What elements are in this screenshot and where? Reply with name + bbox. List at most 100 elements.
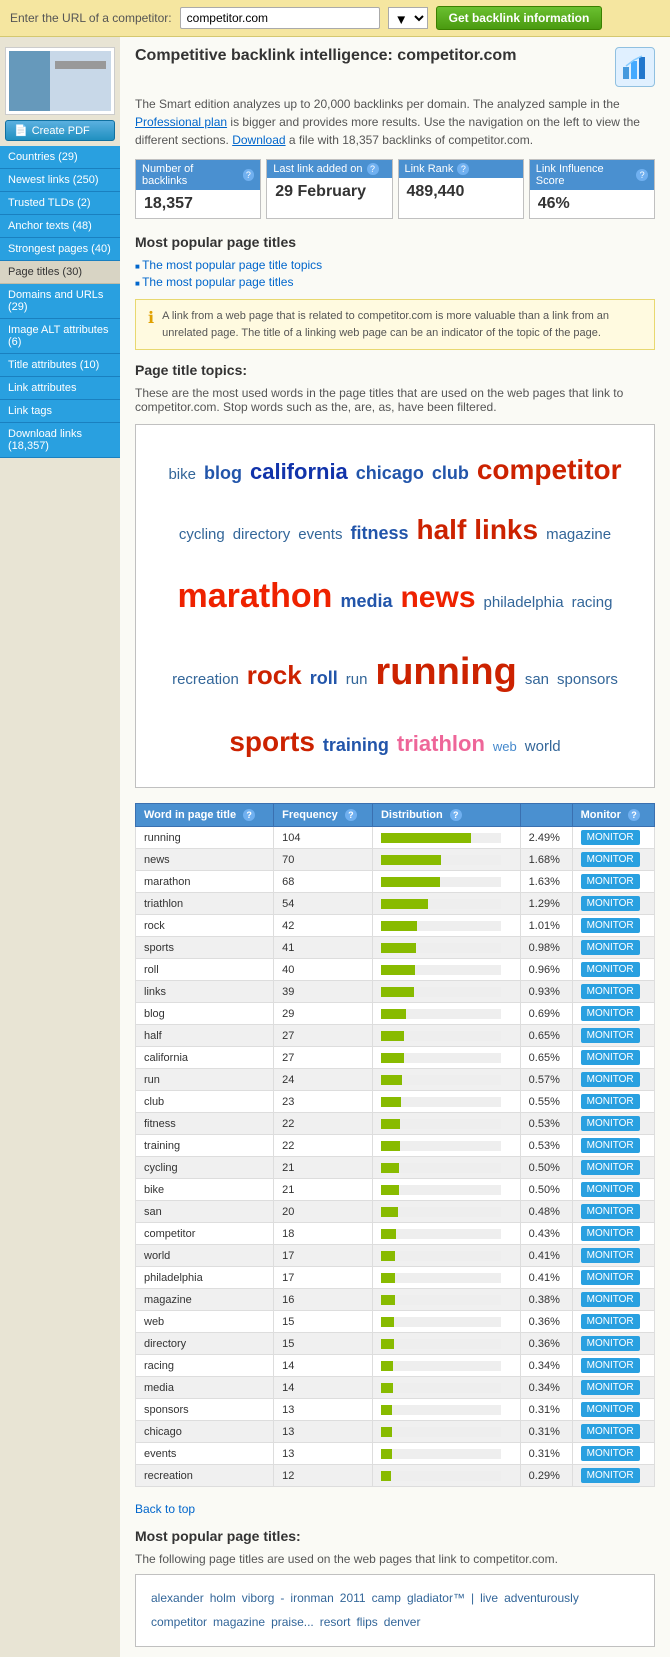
word-cloud-item[interactable]: rock: [247, 649, 302, 701]
cell-monitor[interactable]: MONITOR: [572, 871, 654, 893]
monitor-button[interactable]: MONITOR: [581, 1248, 640, 1263]
cell-monitor[interactable]: MONITOR: [572, 1311, 654, 1333]
get-backlink-button[interactable]: Get backlink information: [436, 6, 603, 30]
word-cloud-item[interactable]: sponsors: [557, 665, 618, 695]
word-cloud-item[interactable]: sports: [229, 714, 315, 770]
cell-monitor[interactable]: MONITOR: [572, 915, 654, 937]
cell-monitor[interactable]: MONITOR: [572, 1179, 654, 1201]
monitor-button[interactable]: MONITOR: [581, 1094, 640, 1109]
monitor-button[interactable]: MONITOR: [581, 1292, 640, 1307]
cell-monitor[interactable]: MONITOR: [572, 1355, 654, 1377]
freq-col-info[interactable]: ?: [345, 809, 357, 821]
monitor-button[interactable]: MONITOR: [581, 1358, 640, 1373]
url-dropdown[interactable]: ▼: [388, 7, 428, 29]
word-cloud-item[interactable]: competitor: [477, 442, 622, 498]
monitor-button[interactable]: MONITOR: [581, 1160, 640, 1175]
sidebar-item-anchor[interactable]: Anchor texts (48): [0, 215, 120, 238]
backlinks-info-icon[interactable]: ?: [243, 169, 255, 181]
cell-monitor[interactable]: MONITOR: [572, 1113, 654, 1135]
sidebar-item-download-links[interactable]: Download links (18,357): [0, 423, 120, 458]
word-col-info[interactable]: ?: [243, 809, 255, 821]
cell-monitor[interactable]: MONITOR: [572, 1399, 654, 1421]
cell-monitor[interactable]: MONITOR: [572, 1289, 654, 1311]
word-cloud-item[interactable]: running: [375, 634, 516, 710]
pro-plan-link[interactable]: Professional plan: [135, 115, 227, 129]
word-cloud-item[interactable]: magazine: [546, 520, 611, 550]
popular-titles-link2[interactable]: The most popular page titles: [135, 275, 655, 289]
cell-monitor[interactable]: MONITOR: [572, 827, 654, 849]
cell-monitor[interactable]: MONITOR: [572, 1091, 654, 1113]
word-cloud-item[interactable]: world: [525, 732, 561, 762]
sidebar-item-newest[interactable]: Newest links (250): [0, 169, 120, 192]
word-cloud-item[interactable]: recreation: [172, 665, 239, 695]
word-cloud-item[interactable]: events: [298, 520, 342, 550]
cell-monitor[interactable]: MONITOR: [572, 1245, 654, 1267]
monitor-button[interactable]: MONITOR: [581, 1116, 640, 1131]
cell-monitor[interactable]: MONITOR: [572, 959, 654, 981]
monitor-button[interactable]: MONITOR: [581, 1182, 640, 1197]
monitor-button[interactable]: MONITOR: [581, 1028, 640, 1043]
monitor-col-info[interactable]: ?: [628, 809, 640, 821]
monitor-button[interactable]: MONITOR: [581, 1050, 640, 1065]
monitor-button[interactable]: MONITOR: [581, 1072, 640, 1087]
monitor-button[interactable]: MONITOR: [581, 1468, 640, 1483]
monitor-button[interactable]: MONITOR: [581, 984, 640, 999]
word-cloud-item[interactable]: racing: [572, 588, 613, 618]
monitor-button[interactable]: MONITOR: [581, 1402, 640, 1417]
popular-titles-link1[interactable]: The most popular page title topics: [135, 258, 655, 272]
word-cloud-item[interactable]: roll: [310, 660, 338, 696]
word-cloud-item[interactable]: news: [400, 568, 475, 628]
word-cloud-item[interactable]: blog: [204, 455, 242, 491]
word-cloud-item[interactable]: philadelphia: [484, 588, 564, 618]
cell-monitor[interactable]: MONITOR: [572, 1333, 654, 1355]
cell-monitor[interactable]: MONITOR: [572, 1047, 654, 1069]
cell-monitor[interactable]: MONITOR: [572, 1421, 654, 1443]
word-cloud-item[interactable]: directory: [233, 520, 291, 550]
sidebar-item-countries[interactable]: Countries (29): [0, 146, 120, 169]
word-cloud-item[interactable]: fitness: [350, 515, 408, 551]
monitor-button[interactable]: MONITOR: [581, 1314, 640, 1329]
sidebar-item-strongest[interactable]: Strongest pages (40): [0, 238, 120, 261]
last-link-info-icon[interactable]: ?: [367, 163, 379, 175]
word-cloud-item[interactable]: half: [416, 502, 466, 558]
word-cloud-item[interactable]: marathon: [178, 562, 333, 630]
word-cloud-item[interactable]: triathlon: [397, 722, 485, 766]
word-cloud-item[interactable]: california: [250, 450, 348, 494]
sidebar-item-trusted[interactable]: Trusted TLDs (2): [0, 192, 120, 215]
cell-monitor[interactable]: MONITOR: [572, 1069, 654, 1091]
sidebar-item-image-alt[interactable]: Image ALT attributes (6): [0, 319, 120, 354]
word-cloud-item[interactable]: run: [346, 665, 368, 695]
monitor-button[interactable]: MONITOR: [581, 874, 640, 889]
monitor-button[interactable]: MONITOR: [581, 852, 640, 867]
sidebar-item-domains[interactable]: Domains and URLs (29): [0, 284, 120, 319]
cell-monitor[interactable]: MONITOR: [572, 893, 654, 915]
cell-monitor[interactable]: MONITOR: [572, 1267, 654, 1289]
cell-monitor[interactable]: MONITOR: [572, 1223, 654, 1245]
back-to-top-link[interactable]: Back to top: [135, 1502, 655, 1516]
influence-info-icon[interactable]: ?: [636, 169, 648, 181]
monitor-button[interactable]: MONITOR: [581, 1226, 640, 1241]
monitor-button[interactable]: MONITOR: [581, 1006, 640, 1021]
word-cloud-item[interactable]: club: [432, 455, 469, 491]
word-cloud-item[interactable]: web: [493, 734, 517, 760]
cell-monitor[interactable]: MONITOR: [572, 1135, 654, 1157]
dist-col-info[interactable]: ?: [450, 809, 462, 821]
cell-monitor[interactable]: MONITOR: [572, 1443, 654, 1465]
monitor-button[interactable]: MONITOR: [581, 1204, 640, 1219]
cell-monitor[interactable]: MONITOR: [572, 1157, 654, 1179]
cell-monitor[interactable]: MONITOR: [572, 937, 654, 959]
monitor-button[interactable]: MONITOR: [581, 1138, 640, 1153]
cell-monitor[interactable]: MONITOR: [572, 1003, 654, 1025]
url-input[interactable]: [180, 7, 380, 29]
cell-monitor[interactable]: MONITOR: [572, 849, 654, 871]
link-rank-info-icon[interactable]: ?: [457, 163, 469, 175]
cell-monitor[interactable]: MONITOR: [572, 1377, 654, 1399]
monitor-button[interactable]: MONITOR: [581, 918, 640, 933]
sidebar-item-link-tags[interactable]: Link tags: [0, 400, 120, 423]
download-link[interactable]: Download: [232, 133, 285, 147]
cell-monitor[interactable]: MONITOR: [572, 1025, 654, 1047]
monitor-button[interactable]: MONITOR: [581, 940, 640, 955]
word-cloud-item[interactable]: links: [474, 502, 538, 558]
monitor-button[interactable]: MONITOR: [581, 1270, 640, 1285]
cell-monitor[interactable]: MONITOR: [572, 981, 654, 1003]
